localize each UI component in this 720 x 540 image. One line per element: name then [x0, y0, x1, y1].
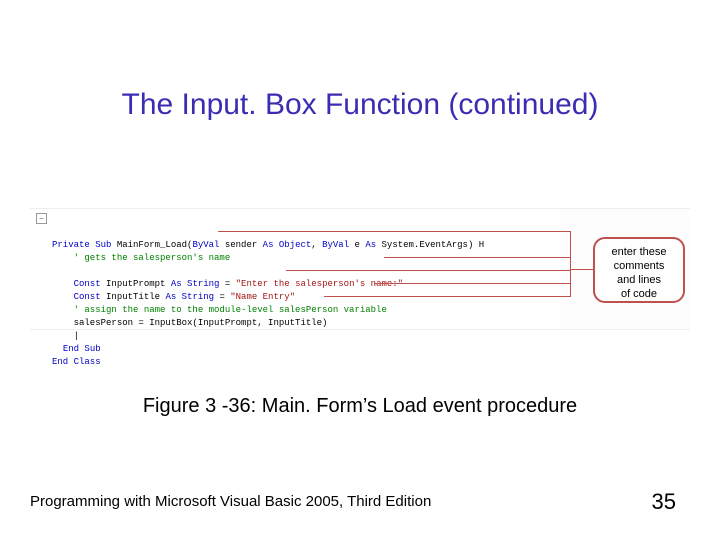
code-assign: salesPerson = InputBox(InputPrompt, Inpu… — [74, 318, 328, 328]
footer-text: Programming with Microsoft Visual Basic … — [30, 493, 431, 510]
code-screenshot: − Private Sub MainForm_Load(ByVal sender… — [30, 208, 690, 330]
code-line-1: Private Sub MainForm_Load(ByVal sender A… — [52, 240, 484, 250]
connector-line — [384, 257, 570, 258]
connector-line — [374, 283, 570, 284]
code-end-sub: End Sub — [63, 344, 101, 354]
code-end-class: End Class — [52, 357, 101, 367]
callout-text: enter these — [611, 246, 666, 258]
collapse-icon: − — [36, 213, 47, 224]
connector-line — [570, 269, 593, 270]
code-comment-2: ' assign the name to the module-level sa… — [74, 305, 387, 315]
callout-text: comments — [614, 260, 665, 272]
connector-line — [218, 231, 570, 232]
slide-title: The Input. Box Function (continued) — [0, 88, 720, 122]
code-pane: − Private Sub MainForm_Load(ByVal sender… — [30, 209, 560, 329]
code-const-1: Const InputPrompt As String = "Enter the… — [74, 279, 403, 289]
connector-line — [570, 231, 571, 297]
slide: The Input. Box Function (continued) − Pr… — [0, 0, 720, 540]
callout-text: and lines — [617, 274, 661, 286]
code-const-2: Const InputTitle As String = "Name Entry… — [74, 292, 295, 302]
connector-line — [324, 296, 570, 297]
page-number: 35 — [652, 489, 676, 515]
code-comment-1: ' gets the salesperson's name — [74, 253, 231, 263]
figure-caption: Figure 3 -36: Main. Form’s Load event pr… — [0, 395, 720, 418]
connector-line — [286, 270, 570, 271]
callout-text: of code — [621, 288, 657, 300]
callout-box: enter these comments and lines of code — [593, 237, 685, 303]
